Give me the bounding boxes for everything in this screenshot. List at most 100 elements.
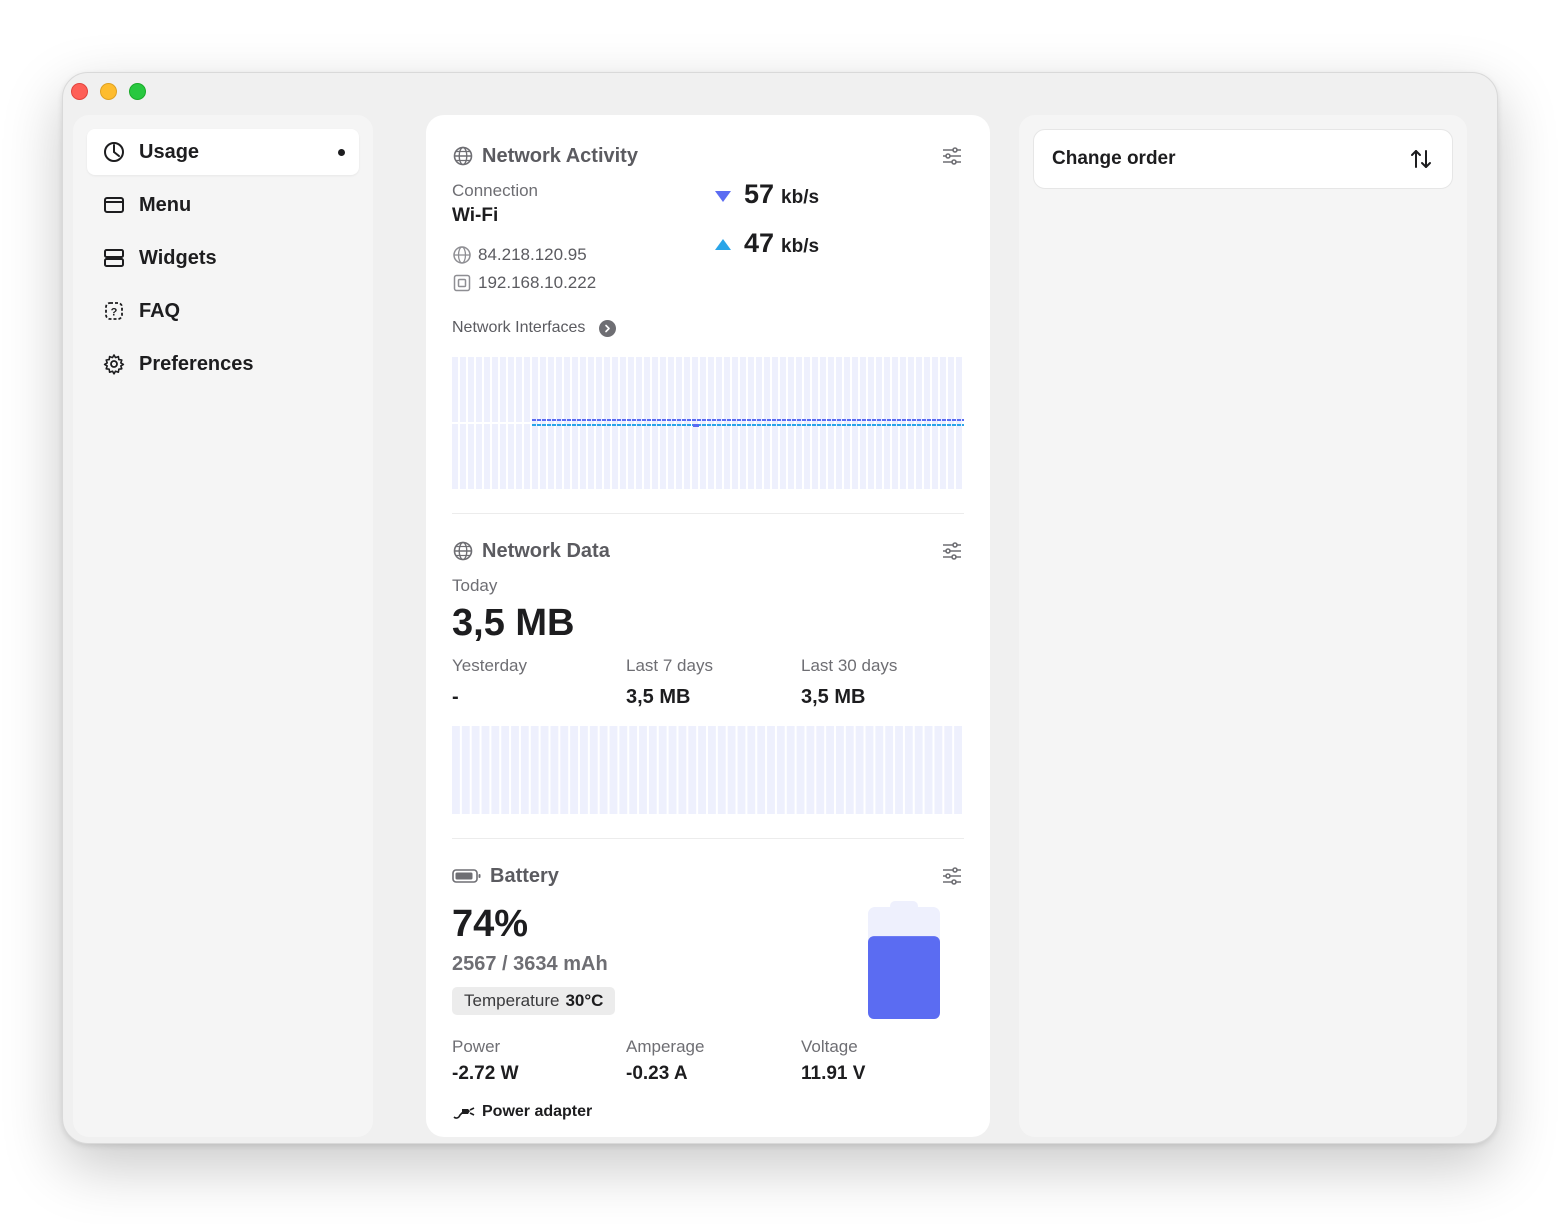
temperature-chip: Temperature 30°C — [452, 987, 616, 1015]
chart-column-bg — [875, 726, 884, 814]
chart-column-bg — [540, 357, 546, 489]
voltage-stat: Voltage 11.91 V — [801, 1037, 865, 1085]
sidebar-item-label: Usage — [139, 140, 200, 163]
upload-value: 47 — [744, 228, 775, 258]
chart-column-bg — [580, 726, 588, 814]
chart-column-bg — [717, 726, 726, 814]
chart-column-bg — [816, 726, 825, 814]
chart-column-bg — [836, 726, 844, 814]
zoom-button[interactable] — [129, 83, 146, 100]
chart-column-bg — [609, 726, 618, 814]
chart-column-bg — [796, 726, 805, 814]
chart-column-bg — [788, 357, 794, 489]
chart-column-bg — [852, 357, 858, 489]
globe-icon — [452, 145, 474, 167]
chart-column-bg — [461, 726, 470, 814]
chart-column-bg — [895, 726, 903, 814]
chart-column-bg — [876, 357, 882, 489]
battery-percent: 74% — [452, 903, 529, 945]
chart-column-bg — [737, 726, 746, 814]
sidebar-item-label: Widgets — [139, 246, 217, 269]
faq-question-icon: ? — [101, 298, 127, 324]
chart-column-bg — [716, 357, 722, 489]
chart-column-bg — [639, 726, 647, 814]
upload-speed: 47 kb/s — [714, 228, 819, 259]
chart-column-bg — [756, 357, 762, 489]
power-adapter-row: Power adapter — [452, 1103, 592, 1121]
chart-column-bg — [904, 726, 913, 814]
settings-sliders-icon[interactable] — [940, 864, 964, 888]
close-button[interactable] — [71, 83, 88, 100]
chart-column-bg — [658, 726, 667, 814]
sidebar-item-faq[interactable]: ? FAQ — [87, 288, 359, 334]
chart-column-bg — [885, 726, 894, 814]
settings-sliders-icon[interactable] — [940, 539, 964, 563]
settings-sliders-icon[interactable] — [940, 144, 964, 168]
chart-column-bg — [532, 357, 538, 489]
temperature-label: Temperature — [464, 991, 560, 1010]
chart-column-bg — [548, 357, 554, 489]
chevron-right-icon[interactable] — [599, 319, 617, 337]
stat-label: Power — [452, 1037, 501, 1056]
chart-column-bg — [572, 357, 578, 489]
activity-spike — [693, 424, 699, 427]
stat-label: Last 7 days — [626, 656, 713, 675]
today-label: Today — [452, 576, 498, 595]
usage-pie-icon — [101, 139, 127, 165]
chart-column-bg — [796, 357, 802, 489]
window-controls — [71, 83, 146, 100]
gear-icon — [101, 351, 127, 377]
app-window: Usage Menu Widgets ? FAQ Preferences Net… — [62, 72, 1498, 1144]
router-icon — [452, 273, 472, 293]
chart-column-bg — [772, 357, 778, 489]
network-interfaces-row[interactable]: Network Interfaces — [452, 319, 617, 337]
chart-column-bg — [908, 357, 914, 489]
chart-column-bg — [727, 726, 736, 814]
power-adapter-label: Power adapter — [482, 1103, 593, 1120]
chart-column-bg — [452, 726, 460, 814]
chart-column-bg — [481, 726, 490, 814]
sidebar-item-menu[interactable]: Menu — [87, 182, 359, 228]
chart-column-bg — [855, 726, 864, 814]
chart-column-bg — [776, 726, 785, 814]
public-ip-row: 84.218.120.95 — [452, 245, 587, 265]
stat-value: - — [452, 686, 459, 708]
sidebar-item-label: Preferences — [139, 352, 254, 375]
sidebar-item-widgets[interactable]: Widgets — [87, 235, 359, 281]
menu-window-icon — [101, 192, 127, 218]
sidebar-item-usage[interactable]: Usage — [87, 129, 359, 175]
chart-column-bg — [589, 726, 598, 814]
minimize-button[interactable] — [100, 83, 117, 100]
chart-column-bg — [550, 726, 559, 814]
chart-column-bg — [668, 726, 677, 814]
chart-column-bg — [564, 357, 570, 489]
chart-column-bg — [820, 357, 826, 489]
stat-value: 3,5 MB — [626, 686, 691, 708]
sidebar-item-preferences[interactable]: Preferences — [87, 341, 359, 387]
today-value: 3,5 MB — [452, 602, 575, 644]
stat-label: Voltage — [801, 1037, 858, 1056]
network-activity-chart — [452, 357, 964, 489]
download-arrow-icon — [714, 189, 732, 203]
chart-column-bg — [660, 357, 666, 489]
change-order-button[interactable]: Change order — [1033, 129, 1453, 189]
order-panel: Change order — [1019, 115, 1467, 1137]
local-ip-value: 192.168.10.222 — [478, 273, 597, 292]
chart-column-bg — [560, 726, 569, 814]
chart-column-bg — [860, 357, 866, 489]
chart-column-bg — [845, 726, 854, 814]
chart-column-bg — [844, 357, 850, 489]
power-plug-icon — [452, 1103, 476, 1121]
network-interfaces-label: Network Interfaces — [452, 319, 586, 336]
chart-column-bg — [708, 357, 714, 489]
chart-column-bg — [580, 357, 586, 489]
power-stat: Power -2.72 W — [452, 1037, 519, 1085]
chart-column-bg — [698, 726, 706, 814]
battery-level-gauge — [868, 901, 940, 1019]
stat-label: Amperage — [626, 1037, 705, 1056]
widgets-stack-icon — [101, 245, 127, 271]
battery-icon — [452, 865, 482, 887]
chart-column-bg — [652, 357, 658, 489]
chart-column-bg — [892, 357, 898, 489]
chart-column-bg — [956, 357, 962, 489]
